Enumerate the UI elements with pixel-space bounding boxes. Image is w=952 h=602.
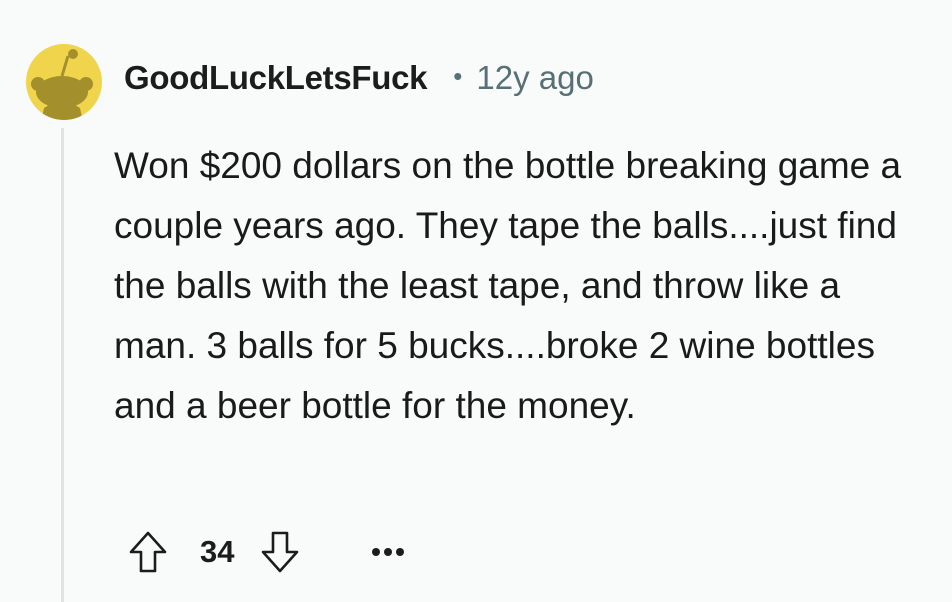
downvote-button[interactable] (258, 528, 302, 576)
vote-score: 34 (200, 534, 235, 569)
upvote-button[interactable] (126, 528, 170, 576)
comment-body: Won $200 dollars on the bottle breaking … (114, 136, 914, 436)
more-options-icon (372, 548, 405, 556)
user-avatar[interactable] (24, 30, 104, 124)
upvote-arrow-icon (129, 531, 167, 573)
comment-author[interactable]: GoodLuckLetsFuck (124, 59, 428, 97)
comment-header: GoodLuckLetsFuck • 12y ago (124, 52, 594, 104)
comment-text: Won $200 dollars on the bottle breaking … (114, 145, 902, 426)
comment-action-bar: 34 (126, 526, 408, 578)
comment-timestamp[interactable]: 12y ago (476, 59, 593, 97)
reddit-snoo-avatar-icon (26, 44, 102, 120)
more-options-button[interactable] (368, 532, 408, 572)
meta-separator: • (453, 60, 463, 91)
thread-line[interactable] (61, 128, 64, 602)
downvote-arrow-icon (262, 531, 299, 573)
